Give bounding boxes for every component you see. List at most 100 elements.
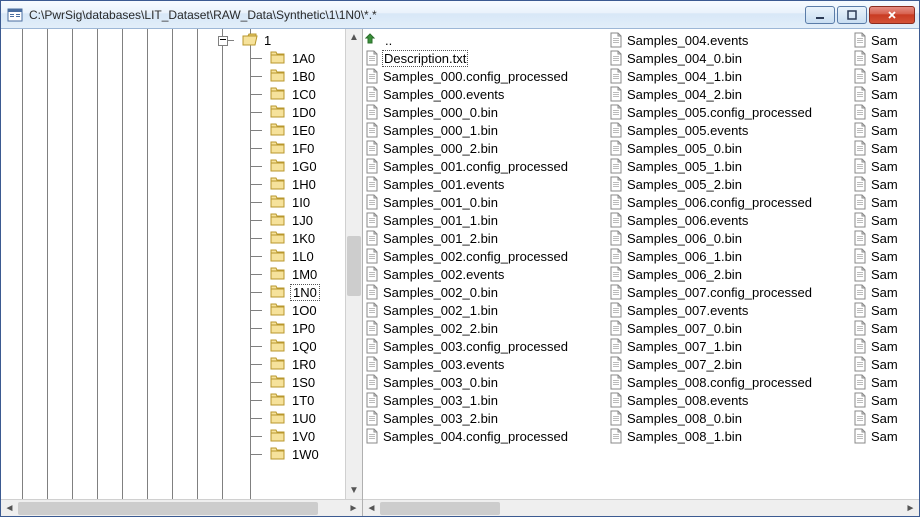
file-item[interactable]: Sam: [853, 391, 913, 409]
file-item[interactable]: Samples_000.config_processed: [365, 67, 609, 85]
tree-node[interactable]: 1P0: [222, 319, 321, 337]
file-item[interactable]: Samples_008.config_processed: [609, 373, 853, 391]
folder-tree[interactable]: 1 1A01B01C01D01E01F01G01H01I01J01K01L01M…: [1, 29, 362, 499]
file-item[interactable]: Samples_008_0.bin: [609, 409, 853, 427]
tree-node[interactable]: 1S0: [222, 373, 321, 391]
file-item[interactable]: Samples_007.config_processed: [609, 283, 853, 301]
maximize-button[interactable]: [837, 6, 867, 24]
file-item[interactable]: Samples_000_0.bin: [365, 103, 609, 121]
file-item[interactable]: Samples_006_1.bin: [609, 247, 853, 265]
list-horizontal-scrollbar[interactable]: ◄ ►: [363, 499, 919, 516]
tree-node[interactable]: 1T0: [222, 391, 321, 409]
tree-node[interactable]: 1O0: [222, 301, 321, 319]
tree-node[interactable]: 1V0: [222, 427, 321, 445]
file-item[interactable]: Samples_002_2.bin: [365, 319, 609, 337]
file-item[interactable]: Sam: [853, 157, 913, 175]
tree-node[interactable]: 1U0: [222, 409, 321, 427]
file-item[interactable]: Samples_004_0.bin: [609, 49, 853, 67]
file-item[interactable]: Sam: [853, 373, 913, 391]
tree-node[interactable]: 1L0: [222, 247, 321, 265]
file-item[interactable]: Samples_007_2.bin: [609, 355, 853, 373]
tree-node[interactable]: 1W0: [222, 445, 321, 463]
tree-node[interactable]: 1R0: [222, 355, 321, 373]
tree-vertical-scrollbar[interactable]: ▲ ▼: [345, 29, 362, 499]
file-item[interactable]: Samples_004_1.bin: [609, 67, 853, 85]
file-item[interactable]: Samples_005_2.bin: [609, 175, 853, 193]
file-item[interactable]: Samples_003_1.bin: [365, 391, 609, 409]
file-item[interactable]: Samples_004_2.bin: [609, 85, 853, 103]
file-item[interactable]: Samples_008.events: [609, 391, 853, 409]
tree-node[interactable]: 1I0: [222, 193, 321, 211]
file-item[interactable]: Sam: [853, 229, 913, 247]
file-item[interactable]: Sam: [853, 283, 913, 301]
file-item[interactable]: Sam: [853, 85, 913, 103]
file-item[interactable]: Samples_007_0.bin: [609, 319, 853, 337]
file-item[interactable]: Samples_002_1.bin: [365, 301, 609, 319]
file-item[interactable]: Sam: [853, 265, 913, 283]
file-item[interactable]: Samples_006_2.bin: [609, 265, 853, 283]
file-list[interactable]: ..Description.txtSamples_000.config_proc…: [363, 29, 919, 499]
tree-node[interactable]: 1H0: [222, 175, 321, 193]
file-item[interactable]: Description.txt: [365, 49, 609, 67]
up-directory[interactable]: ..: [365, 31, 609, 49]
file-item[interactable]: Samples_001.config_processed: [365, 157, 609, 175]
tree-node[interactable]: 1Q0: [222, 337, 321, 355]
file-item[interactable]: Samples_006_0.bin: [609, 229, 853, 247]
file-item[interactable]: Samples_005.events: [609, 121, 853, 139]
file-item[interactable]: Samples_002.events: [365, 265, 609, 283]
file-item[interactable]: Samples_008_1.bin: [609, 427, 853, 445]
file-item[interactable]: Sam: [853, 337, 913, 355]
file-item[interactable]: Sam: [853, 427, 913, 445]
file-item[interactable]: Sam: [853, 319, 913, 337]
file-item[interactable]: Samples_006.config_processed: [609, 193, 853, 211]
tree-node[interactable]: 1J0: [222, 211, 321, 229]
scroll-right-icon[interactable]: ►: [902, 501, 919, 516]
file-item[interactable]: Samples_004.events: [609, 31, 853, 49]
file-item[interactable]: Samples_001.events: [365, 175, 609, 193]
file-item[interactable]: Samples_007.events: [609, 301, 853, 319]
file-item[interactable]: Samples_001_0.bin: [365, 193, 609, 211]
tree-node[interactable]: 1C0: [222, 85, 321, 103]
file-item[interactable]: Sam: [853, 193, 913, 211]
file-item[interactable]: Samples_000.events: [365, 85, 609, 103]
file-item[interactable]: Sam: [853, 175, 913, 193]
file-item[interactable]: Sam: [853, 211, 913, 229]
file-item[interactable]: Sam: [853, 103, 913, 121]
minimize-button[interactable]: [805, 6, 835, 24]
tree-node[interactable]: 1N0: [222, 283, 321, 301]
file-item[interactable]: Samples_001_2.bin: [365, 229, 609, 247]
file-item[interactable]: Samples_003_2.bin: [365, 409, 609, 427]
file-item[interactable]: Samples_006.events: [609, 211, 853, 229]
scroll-down-icon[interactable]: ▼: [346, 482, 362, 499]
file-item[interactable]: Sam: [853, 67, 913, 85]
file-item[interactable]: Samples_007_1.bin: [609, 337, 853, 355]
scroll-left-icon[interactable]: ◄: [1, 501, 18, 516]
file-item[interactable]: Sam: [853, 49, 913, 67]
file-item[interactable]: Sam: [853, 301, 913, 319]
tree-node[interactable]: 1M0: [222, 265, 321, 283]
scroll-left-icon[interactable]: ◄: [363, 501, 380, 516]
file-item[interactable]: Samples_005_0.bin: [609, 139, 853, 157]
scroll-right-icon[interactable]: ►: [345, 501, 362, 516]
file-item[interactable]: Sam: [853, 355, 913, 373]
scroll-up-icon[interactable]: ▲: [346, 29, 362, 46]
tree-node[interactable]: 1A0: [222, 49, 321, 67]
file-item[interactable]: Samples_002.config_processed: [365, 247, 609, 265]
file-item[interactable]: Samples_000_1.bin: [365, 121, 609, 139]
file-item[interactable]: Samples_003.config_processed: [365, 337, 609, 355]
file-item[interactable]: Samples_003_0.bin: [365, 373, 609, 391]
tree-horizontal-scrollbar[interactable]: ◄ ►: [1, 499, 362, 516]
file-item[interactable]: Samples_004.config_processed: [365, 427, 609, 445]
tree-node[interactable]: 1K0: [222, 229, 321, 247]
tree-node[interactable]: 1G0: [222, 157, 321, 175]
tree-node[interactable]: 1F0: [222, 139, 321, 157]
file-item[interactable]: Samples_002_0.bin: [365, 283, 609, 301]
file-item[interactable]: Samples_003.events: [365, 355, 609, 373]
file-item[interactable]: Sam: [853, 139, 913, 157]
file-item[interactable]: Samples_005.config_processed: [609, 103, 853, 121]
file-item[interactable]: Samples_000_2.bin: [365, 139, 609, 157]
file-item[interactable]: Sam: [853, 409, 913, 427]
file-item[interactable]: Samples_001_1.bin: [365, 211, 609, 229]
file-item[interactable]: Sam: [853, 247, 913, 265]
file-item[interactable]: Sam: [853, 121, 913, 139]
